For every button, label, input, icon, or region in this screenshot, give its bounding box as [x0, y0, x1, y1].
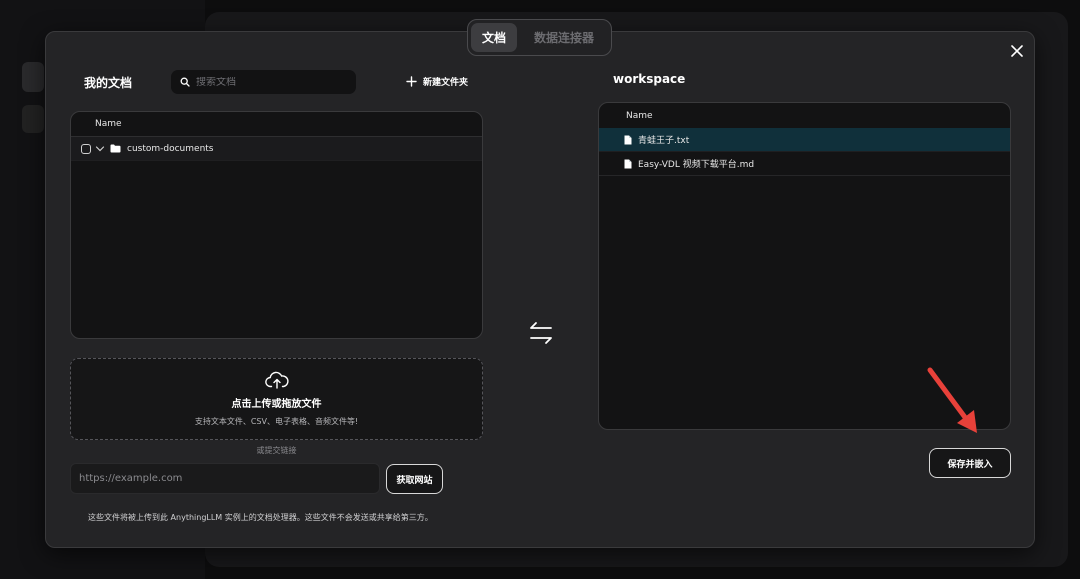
document-manager-modal: 我的文档 新建文件夹 Name custom-documents [45, 31, 1035, 548]
upload-subtitle: 支持文本文件、CSV、电子表格、音频文件等! [194, 417, 359, 426]
swap-arrows-icon[interactable] [528, 319, 554, 347]
chevron-down-icon[interactable] [95, 144, 105, 154]
url-input[interactable] [70, 463, 380, 494]
privacy-footnote: 这些文件将被上传到此 AnythingLLM 实例上的文档处理器。这些文件不会发… [88, 513, 433, 522]
search-input[interactable] [196, 76, 346, 88]
new-folder-label: 新建文件夹 [423, 78, 469, 88]
column-name-header: Name [95, 119, 122, 129]
document-search[interactable] [171, 70, 356, 94]
fetch-website-button[interactable]: 获取网站 [386, 464, 443, 494]
modal-tabs: 文档 数据连接器 [467, 19, 612, 56]
background-placeholder [22, 105, 44, 133]
table-row[interactable]: custom-documents [71, 137, 482, 161]
new-folder-button[interactable]: 新建文件夹 [406, 75, 468, 88]
or-submit-link-label: 或提交链接 [256, 446, 297, 455]
close-icon[interactable] [1009, 43, 1025, 59]
folder-name: custom-documents [127, 143, 214, 154]
file-name: 青蛙王子.txt [638, 136, 690, 146]
workspace-title: workspace [613, 72, 686, 86]
file-icon [624, 159, 632, 168]
my-documents-table: Name custom-documents [70, 111, 483, 339]
table-header: Name [71, 112, 482, 137]
annotation-arrow-icon [927, 367, 977, 433]
upload-dropzone[interactable]: 点击上传或拖放文件 支持文本文件、CSV、电子表格、音频文件等! [70, 358, 483, 440]
save-and-embed-button[interactable]: 保存并嵌入 [929, 448, 1011, 478]
file-name: Easy-VDL 视频下载平台.md [638, 160, 755, 170]
upload-cloud-icon [264, 371, 289, 389]
table-header: Name [599, 103, 1010, 128]
tab-documents[interactable]: 文档 [471, 23, 517, 52]
checkbox-icon[interactable] [81, 143, 91, 154]
folder-icon [110, 144, 121, 153]
table-row[interactable]: Easy-VDL 视频下载平台.md [599, 152, 1010, 176]
my-documents-title: 我的文档 [84, 76, 133, 90]
plus-icon [406, 76, 417, 87]
upload-title: 点击上传或拖放文件 [231, 399, 322, 410]
column-name-header: Name [626, 110, 653, 121]
background-placeholder [22, 62, 44, 92]
file-icon [624, 135, 632, 144]
search-icon [180, 77, 190, 87]
tab-data-connectors[interactable]: 数据连接器 [521, 23, 607, 52]
table-row[interactable]: 青蛙王子.txt [599, 128, 1010, 152]
